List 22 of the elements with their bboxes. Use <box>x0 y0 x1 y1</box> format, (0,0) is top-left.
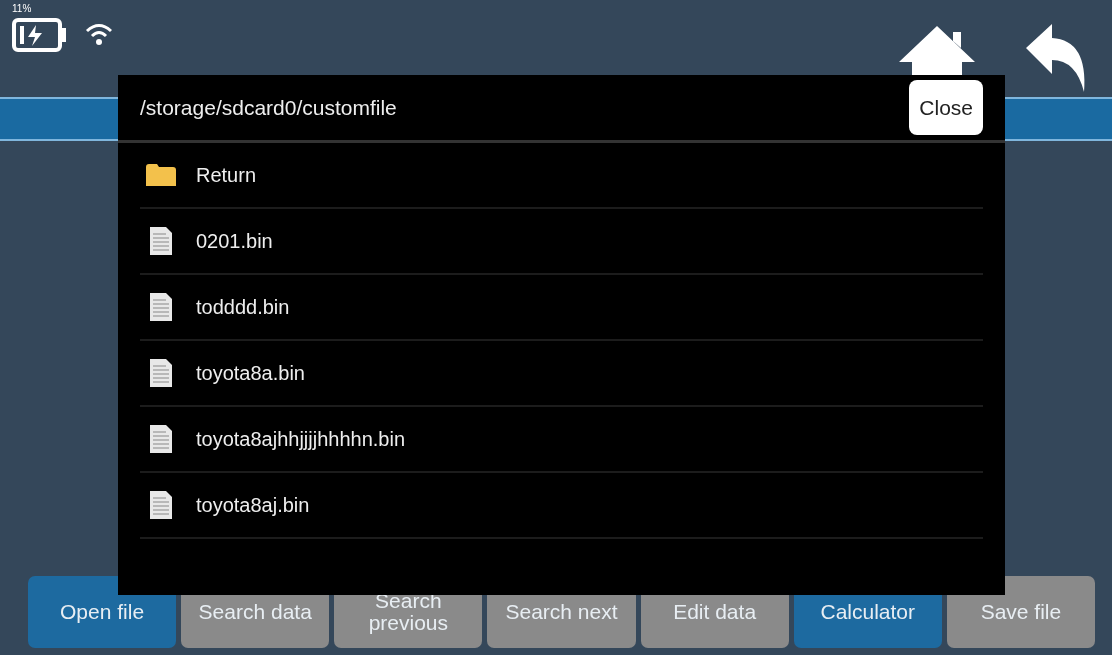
file-name: toyota8a.bin <box>196 361 305 386</box>
file-list-item[interactable]: toyota8aj.bin <box>140 473 983 539</box>
file-list-item[interactable]: toyota8a.bin <box>140 341 983 407</box>
close-button[interactable]: Close <box>909 80 983 135</box>
file-list-item[interactable]: Return <box>140 143 983 209</box>
file-name: toyota8aj.bin <box>196 493 310 518</box>
file-list-item[interactable]: todddd.bin <box>140 275 983 341</box>
file-list-item[interactable]: toyota8ajhhjjjjhhhhn.bin <box>140 407 983 473</box>
file-name: toyota8ajhhjjjjhhhhn.bin <box>196 427 406 452</box>
file-icon <box>150 293 172 321</box>
battery-icon <box>12 18 68 52</box>
folder-icon <box>146 164 176 186</box>
battery-percent: 11% <box>12 4 32 14</box>
file-name: todddd.bin <box>196 295 290 320</box>
dialog-path: /storage/sdcard0/customfile <box>140 94 397 121</box>
file-list-item[interactable]: 0201.bin <box>140 209 983 275</box>
file-icon <box>150 359 172 387</box>
file-icon <box>150 425 172 453</box>
file-icon <box>150 491 172 519</box>
file-icon <box>150 227 172 255</box>
file-name: 0201.bin <box>196 229 273 254</box>
file-name: Return <box>196 163 257 188</box>
